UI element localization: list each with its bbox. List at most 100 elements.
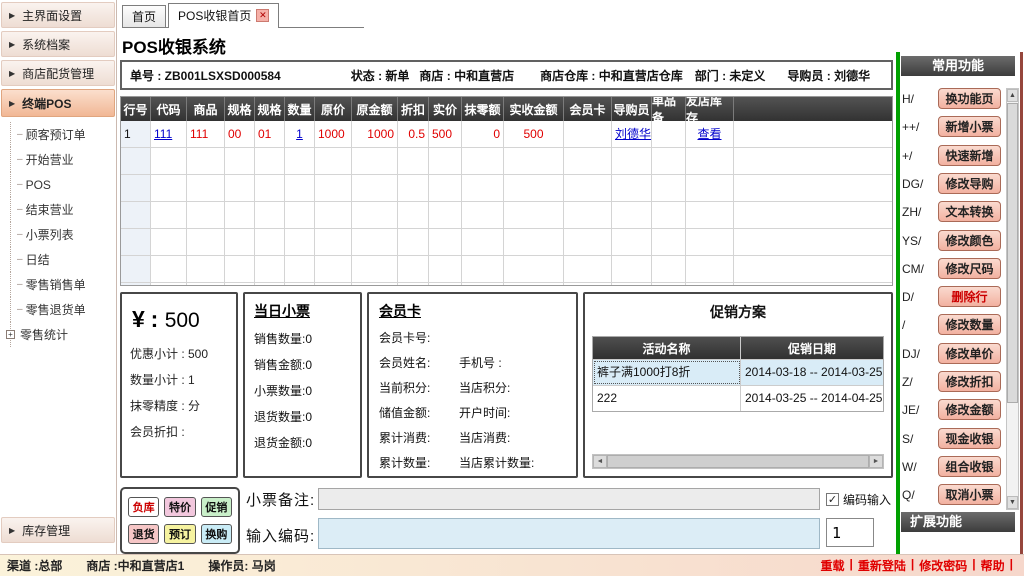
row-cell [652,229,686,255]
order-info-bar: 单号 : ZB001LSXSD000584状态 : 新单商店 : 中和直营店商店… [120,60,893,90]
sidebar-item-零售销售单[interactable]: –零售销售单 [10,272,114,297]
sidebar-item-日结[interactable]: –日结 [10,247,114,272]
sidebar-item-开始营业[interactable]: –开始营业 [10,147,114,172]
order-info-导购员: 导购员 : 刘德华 [787,67,870,84]
function-button-现金收银[interactable]: 现金收银 [938,428,1001,449]
row-cell [652,121,686,147]
row-cell: 00 [225,121,255,147]
sidebar-section-系统档案[interactable]: ▶系统档案 [1,31,115,57]
row-cell[interactable]: 111 [151,121,187,147]
status-link-重新登陆[interactable]: 重新登陆 [858,557,906,574]
row-cell [187,256,225,282]
function-button-修改导购[interactable]: 修改导购 [938,173,1001,194]
row-cell [686,202,734,228]
member-field-row: 会员卡号: [379,329,566,346]
promo-row[interactable]: 裤子满1000打8折2014-03-18 -- 2014-03-25 [593,359,883,385]
note-input[interactable] [318,488,820,510]
mode-button-促销[interactable]: 促销 [201,497,232,517]
scroll-down-icon[interactable]: ▼ [1007,496,1018,509]
function-button-修改颜色[interactable]: 修改颜色 [938,230,1001,251]
function-button-换功能页[interactable]: 换功能页 [938,88,1001,109]
row-cell [187,283,225,286]
mode-button-特价[interactable]: 特价 [164,497,195,517]
promo-row[interactable]: 2222014-03-25 -- 2014-04-25 [593,385,883,411]
tab-pos-cashier[interactable]: POS收银首页 ✕ [168,3,279,27]
function-button-修改金额[interactable]: 修改金额 [938,399,1001,420]
function-button-快速新增[interactable]: 快速新增 [938,145,1001,166]
expand-plus-icon[interactable]: + [6,330,15,339]
column-header-数量: 数量 [285,97,315,121]
functions-vscrollbar[interactable]: ▲ ▼ [1006,88,1019,510]
sidebar-section-label: 系统档案 [22,36,70,53]
row-cell[interactable]: 刘德华 [612,121,652,147]
sidebar-item-小票列表[interactable]: –小票列表 [10,222,114,247]
mode-button-退货[interactable]: 退货 [128,524,159,544]
status-link-修改密码[interactable]: 修改密码 [919,557,967,574]
scroll-up-icon[interactable]: ▲ [1007,89,1018,102]
status-link-帮助[interactable]: 帮助 [981,557,1005,574]
scrollbar-thumb[interactable] [1007,103,1018,403]
sidebar-item-零售统计[interactable]: +零售统计 [10,322,114,347]
scroll-right-icon[interactable]: ► [869,455,883,468]
sidebar-item-POS[interactable]: –POS [10,172,114,197]
function-row: CM/修改尺码 [902,258,1006,280]
tab-home-label: 首页 [132,8,156,25]
row-cell [121,175,151,201]
mode-button-换购[interactable]: 换购 [201,524,232,544]
tab-close-icon[interactable]: ✕ [256,9,269,22]
promotions-hscrollbar[interactable]: ◄ ► [592,454,884,469]
shortcut-key-label: Q/ [902,488,915,502]
function-button-修改折扣[interactable]: 修改折扣 [938,371,1001,392]
function-button-文本转换[interactable]: 文本转换 [938,201,1001,222]
tree-dash-icon: – [17,129,23,140]
quantity-input[interactable] [826,518,874,547]
row-cell-filler [734,283,892,286]
sidebar-section-终端POS[interactable]: ▶终端POS [1,89,115,117]
row-cell [121,148,151,174]
row-cell [352,283,398,286]
row-cell [315,283,352,286]
function-button-修改单价[interactable]: 修改单价 [938,343,1001,364]
shortcut-key-label: ZH/ [902,205,921,219]
mode-button-负库[interactable]: 负库 [128,497,159,517]
function-button-修改数量[interactable]: 修改数量 [938,314,1001,335]
total-amount: ¥ : 500 [132,306,228,333]
row-cell-filler [734,121,892,147]
function-button-组合收银[interactable]: 组合收银 [938,456,1001,477]
row-cell [398,256,429,282]
mode-button-预订[interactable]: 预订 [164,524,195,544]
tree-dash-icon: – [17,304,23,315]
table-row [121,202,892,229]
status-link-重载[interactable]: 重载 [821,557,845,574]
code-entry-toggle[interactable]: ✓ 编码输入 [826,491,891,508]
row-cell[interactable]: 查看 [686,121,734,147]
row-cell [564,175,612,201]
function-button-新增小票[interactable]: 新增小票 [938,116,1001,137]
expand-arrow-icon: ▶ [9,99,15,108]
sidebar-item-顾客预订单[interactable]: –顾客预订单 [10,122,114,147]
table-row[interactable]: 111111100011100010000.55000500刘德华查看 [121,121,892,148]
row-cell: 500 [504,121,564,147]
sidebar-item-结束营业[interactable]: –结束营业 [10,197,114,222]
checkbox-checked-icon[interactable]: ✓ [826,493,839,506]
sidebar-section-库存管理[interactable]: ▶库存管理 [1,517,115,543]
row-cell[interactable]: 1 [285,121,315,147]
function-button-取消小票[interactable]: 取消小票 [938,484,1001,505]
column-header-filler [734,97,892,121]
shortcut-key-label: H/ [902,92,914,106]
function-button-删除行[interactable]: 删除行 [938,286,1001,307]
scrollbar-thumb[interactable] [607,455,869,468]
scroll-left-icon[interactable]: ◄ [593,455,607,468]
sidebar-item-零售退货单[interactable]: –零售退货单 [10,297,114,322]
row-cell [612,202,652,228]
status-separator: | [1010,557,1013,574]
member-field-label2: 手机号 : [459,354,502,371]
order-info-状态: 状态 : 新单 [351,67,410,84]
tab-home[interactable]: 首页 [122,5,166,27]
code-input[interactable] [318,518,820,549]
row-cell: 500 [429,121,462,147]
sidebar-section-商店配货管理[interactable]: ▶商店配货管理 [1,60,115,86]
sidebar-section-主界面设置[interactable]: ▶主界面设置 [1,2,115,28]
row-cell [121,229,151,255]
function-button-修改尺码[interactable]: 修改尺码 [938,258,1001,279]
